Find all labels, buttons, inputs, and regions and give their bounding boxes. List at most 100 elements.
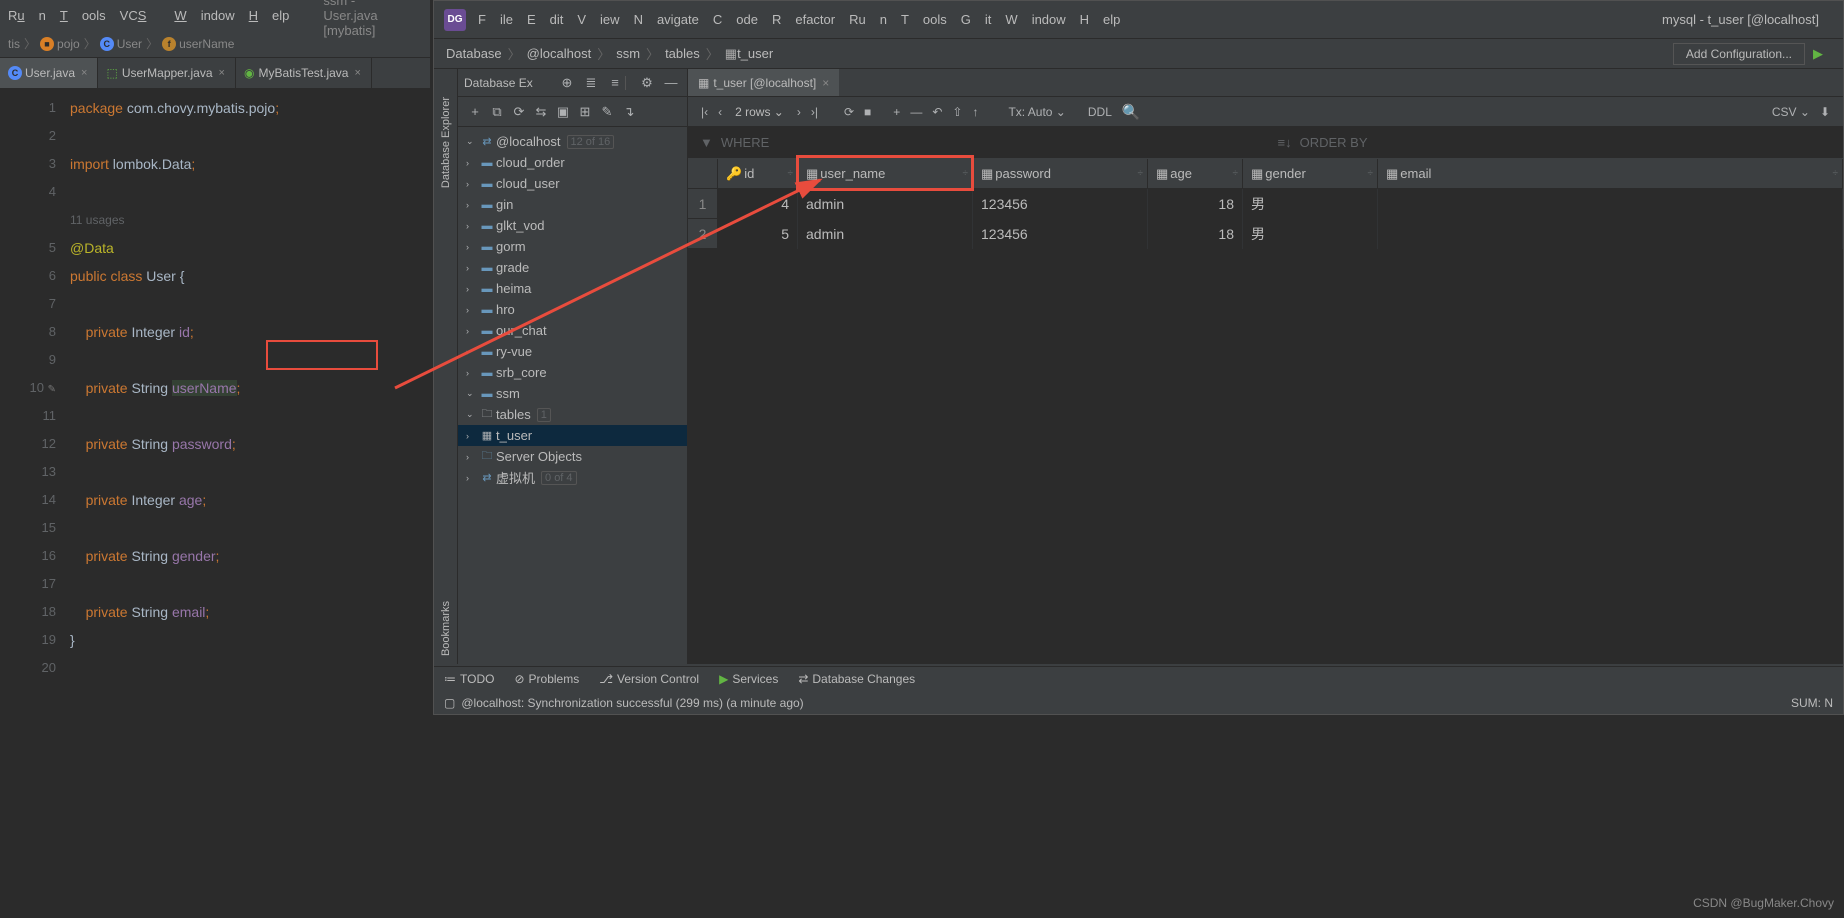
col-gender[interactable]: ▦gender÷ bbox=[1243, 159, 1378, 188]
edit-icon[interactable]: ✎ bbox=[596, 104, 618, 120]
tree-schema[interactable]: ›▬our_chat bbox=[458, 320, 687, 341]
refresh-icon[interactable]: ⟳ bbox=[508, 104, 530, 120]
status-problems[interactable]: ⊘Problems bbox=[514, 672, 579, 686]
first-icon[interactable]: |‹ bbox=[701, 105, 708, 119]
menu-git[interactable]: Git bbox=[961, 12, 992, 27]
table-row[interactable]: 2 5 admin 123456 18 男 bbox=[688, 219, 1843, 249]
code-editor[interactable]: 1234 56789 10 ✎ 11121314151617181920 pac… bbox=[0, 88, 430, 918]
tab-mybatistest[interactable]: ◉MyBatisTest.java× bbox=[236, 58, 372, 88]
bc-tables[interactable]: tables bbox=[665, 46, 700, 61]
revert-icon[interactable]: ↶ bbox=[932, 105, 942, 119]
table-row[interactable]: 1 4 admin 123456 18 男 bbox=[688, 189, 1843, 219]
remove-row-icon[interactable]: — bbox=[910, 105, 922, 119]
more-icon[interactable]: ↴ bbox=[618, 104, 640, 120]
duplicate-icon[interactable]: ⧉ bbox=[486, 104, 508, 120]
menu-window[interactable]: Window bbox=[1005, 12, 1065, 27]
tree-ssm[interactable]: ⌄▬ssm bbox=[458, 383, 687, 404]
col-password[interactable]: ▦password÷ bbox=[973, 159, 1148, 188]
collapse-icon[interactable]: ≡ bbox=[605, 75, 625, 90]
code-content[interactable]: package com.chovy.mybatis.pojo; import l… bbox=[70, 88, 430, 918]
filter-icon[interactable]: ▼ bbox=[700, 135, 713, 150]
tree-schema[interactable]: ›▬gorm bbox=[458, 236, 687, 257]
commit-icon[interactable]: ⇧ bbox=[952, 105, 962, 119]
menu-code[interactable]: Code bbox=[713, 12, 758, 27]
menu-help[interactable]: Help bbox=[249, 8, 290, 23]
tree-host[interactable]: ⌄⇄@localhost12 of 16 bbox=[458, 131, 687, 152]
orderby-label[interactable]: ORDER BY bbox=[1300, 135, 1368, 150]
tree-tuser[interactable]: ›▦t_user bbox=[458, 425, 687, 446]
tree-tables[interactable]: ⌄🗀tables1 bbox=[458, 404, 687, 425]
tab-bookmarks[interactable]: Bookmarks bbox=[440, 601, 452, 656]
menu-tools[interactable]: Tools bbox=[901, 12, 947, 27]
menu-run[interactable]: Run bbox=[849, 12, 887, 27]
menu-file[interactable]: File bbox=[478, 12, 513, 27]
expand-icon[interactable]: ≣ bbox=[581, 75, 601, 91]
menu-view[interactable]: View bbox=[577, 12, 619, 27]
menu-help[interactable]: Help bbox=[1080, 12, 1121, 27]
add-icon[interactable]: + bbox=[464, 104, 486, 119]
sync-icon[interactable]: ⇆ bbox=[530, 104, 552, 120]
close-icon[interactable]: × bbox=[219, 67, 225, 79]
stop-icon[interactable]: ■ bbox=[864, 105, 871, 119]
tree-schema[interactable]: ›▬gin bbox=[458, 194, 687, 215]
bc-schema[interactable]: ssm bbox=[616, 46, 640, 61]
tab-database-explorer[interactable]: Database Explorer bbox=[440, 97, 452, 188]
csv-button[interactable]: CSV ⌄ bbox=[1772, 105, 1810, 119]
tree-schema[interactable]: ›▬cloud_order bbox=[458, 152, 687, 173]
add-configuration-button[interactable]: Add Configuration... bbox=[1673, 43, 1805, 65]
add-row-icon[interactable]: + bbox=[893, 105, 900, 119]
next-icon[interactable]: › bbox=[797, 105, 801, 119]
bc-database[interactable]: Database bbox=[446, 46, 502, 61]
close-icon[interactable]: × bbox=[822, 76, 829, 90]
filter-icon[interactable]: ⊞ bbox=[574, 104, 596, 120]
status-services[interactable]: ▶Services bbox=[719, 672, 778, 686]
tx-auto[interactable]: Tx: Auto ⌄ bbox=[1008, 105, 1065, 119]
settings-icon[interactable]: ⚙ bbox=[637, 75, 657, 91]
col-age[interactable]: ▦age÷ bbox=[1148, 159, 1243, 188]
menu-navigate[interactable]: Navigate bbox=[634, 12, 699, 27]
close-icon[interactable]: × bbox=[81, 67, 87, 79]
reload-icon[interactable]: ⟳ bbox=[844, 105, 854, 119]
focus-icon[interactable]: ⊕ bbox=[557, 75, 577, 91]
status-dbchanges[interactable]: ⇄Database Changes bbox=[798, 672, 915, 686]
run-icon[interactable]: ▶ bbox=[1813, 46, 1823, 62]
menu-refactor[interactable]: Refactor bbox=[772, 12, 835, 27]
export-icon[interactable]: ⬇ bbox=[1820, 105, 1830, 119]
data-tab-tuser[interactable]: ▦t_user [@localhost]× bbox=[688, 69, 839, 96]
search-icon[interactable]: 🔍 bbox=[1122, 103, 1141, 121]
tree-schema[interactable]: ›▬grade bbox=[458, 257, 687, 278]
tree-vm[interactable]: ›⇄虚拟机0 of 4 bbox=[458, 467, 687, 488]
hide-icon[interactable]: — bbox=[661, 75, 681, 90]
close-icon[interactable]: × bbox=[354, 67, 360, 79]
bc-tuser[interactable]: t_user bbox=[737, 46, 773, 61]
menu-window[interactable]: Window bbox=[174, 8, 234, 23]
menu-vcs[interactable]: VCS bbox=[120, 8, 161, 23]
menu-tools[interactable]: Tools bbox=[60, 8, 106, 23]
submit-icon[interactable]: ↑ bbox=[972, 105, 978, 119]
tree-schema[interactable]: ›▬hro bbox=[458, 299, 687, 320]
sort-icon[interactable]: ≡↓ bbox=[1278, 135, 1292, 150]
last-icon[interactable]: ›| bbox=[811, 105, 818, 119]
stop-icon[interactable]: ▣ bbox=[552, 104, 574, 120]
row-count[interactable]: 2 rows ⌄ bbox=[735, 105, 784, 119]
tree-schema[interactable]: ›▬ry-vue bbox=[458, 341, 687, 362]
where-label[interactable]: WHERE bbox=[721, 135, 769, 150]
prev-icon[interactable]: ‹ bbox=[718, 105, 722, 119]
bc-item[interactable]: User bbox=[117, 37, 142, 51]
menu-run[interactable]: Run bbox=[8, 8, 46, 23]
tree-schema[interactable]: ›▬glkt_vod bbox=[458, 215, 687, 236]
status-todo[interactable]: ≔TODO bbox=[444, 672, 494, 686]
bc-item[interactable]: userName bbox=[179, 37, 234, 51]
tab-user-java[interactable]: CUser.java× bbox=[0, 58, 98, 88]
col-id[interactable]: 🔑id÷ bbox=[718, 159, 798, 188]
menu-edit[interactable]: Edit bbox=[527, 12, 563, 27]
col-username[interactable]: ▦user_name÷ bbox=[798, 159, 973, 188]
tree-server-objects[interactable]: ›🗀Server Objects bbox=[458, 446, 687, 467]
col-email[interactable]: ▦email÷ bbox=[1378, 159, 1843, 188]
bc-item[interactable]: pojo bbox=[57, 37, 80, 51]
bc-item[interactable]: tis bbox=[8, 37, 20, 51]
bc-host[interactable]: @localhost bbox=[527, 46, 592, 61]
tab-usermapper[interactable]: ⬚UserMapper.java× bbox=[98, 58, 236, 88]
tree-schema[interactable]: ›▬heima bbox=[458, 278, 687, 299]
status-vcs[interactable]: ⎇Version Control bbox=[599, 672, 699, 686]
